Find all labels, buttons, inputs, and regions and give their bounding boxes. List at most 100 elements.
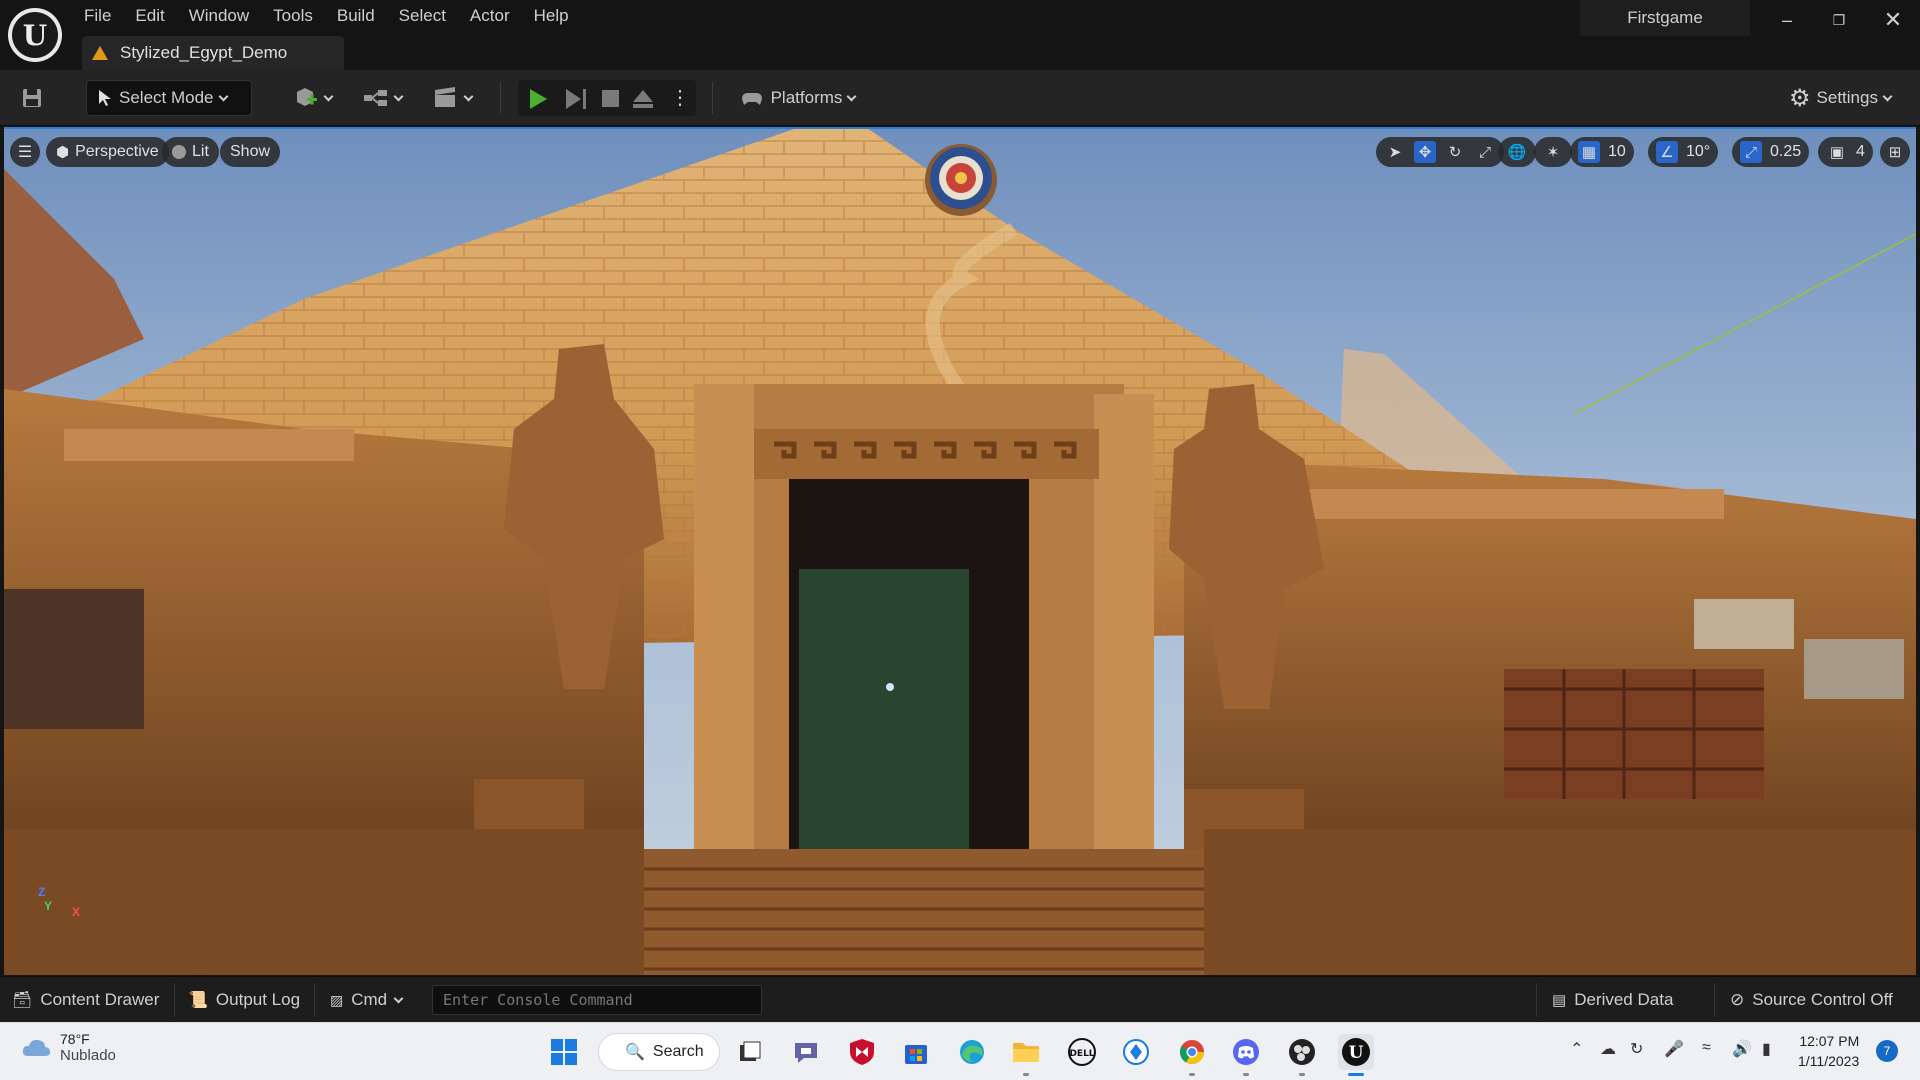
more-options-icon[interactable]: ⋮ [670, 86, 690, 110]
file-explorer-icon[interactable] [1008, 1034, 1044, 1076]
scale-snap-control[interactable]: ⤢ 0.25 [1732, 137, 1810, 167]
discord-icon[interactable] [1228, 1034, 1264, 1076]
grid-snap-value: 10 [1608, 143, 1626, 160]
edge-browser-icon[interactable] [954, 1034, 990, 1070]
unreal-logo-mark: U [12, 12, 58, 58]
status-divider [1536, 983, 1537, 1017]
dell-icon[interactable]: DELL [1064, 1034, 1100, 1070]
project-name: Firstgame [1580, 0, 1750, 36]
output-log-button[interactable]: 📜 Output Log [176, 977, 312, 1023]
move-tool-icon[interactable]: ✥ [1414, 141, 1436, 163]
running-indicator [1299, 1073, 1305, 1076]
content-drawer-button[interactable]: 🗃 Content Drawer [0, 977, 171, 1023]
restore-icon[interactable]: ❐ [1816, 6, 1862, 34]
task-view-icon[interactable] [732, 1034, 768, 1070]
angle-icon: ∠ [1656, 141, 1678, 163]
menu-tools[interactable]: Tools [261, 4, 325, 28]
rotate-tool-icon[interactable]: ↻ [1444, 141, 1466, 163]
weather-widget[interactable]: 78°F Nublado [20, 1031, 116, 1064]
content-drawer-label: Content Drawer [40, 990, 160, 1009]
obs-icon[interactable] [1284, 1034, 1320, 1076]
eject-icon[interactable] [632, 89, 654, 109]
play-icon[interactable] [530, 89, 547, 109]
advance-frame-bar [583, 89, 586, 109]
menu-actor[interactable]: Actor [458, 4, 522, 28]
surface-snap-toggle[interactable]: ✶ [1534, 137, 1572, 167]
minimize-icon[interactable]: – [1764, 6, 1810, 34]
sync-icon[interactable]: ↻ [1630, 1039, 1643, 1059]
mcafee-icon[interactable] [844, 1034, 880, 1070]
wifi-icon[interactable]: ≈ [1702, 1039, 1711, 1057]
viewport-layout-button[interactable]: ⊞ [1880, 137, 1910, 167]
chevron-down-icon [463, 91, 473, 101]
unreal-logo[interactable]: U [8, 8, 62, 62]
start-button[interactable] [546, 1034, 582, 1070]
chrome-icon[interactable] [1174, 1034, 1210, 1076]
settings-button[interactable]: ⚙ Settings [1780, 80, 1900, 116]
perspective-button[interactable]: ⬢ Perspective [46, 137, 169, 167]
system-clock[interactable]: 12:07 PM 1/11/2023 [1798, 1031, 1859, 1071]
save-icon[interactable] [16, 80, 48, 116]
blueprints-button[interactable] [358, 80, 406, 116]
onedrive-icon[interactable]: ☁ [1600, 1039, 1616, 1059]
taskbar-search[interactable]: 🔍 Search [598, 1033, 720, 1071]
source-control-button[interactable]: ⊘ Source Control Off [1718, 977, 1905, 1023]
lit-button[interactable]: Lit [162, 137, 219, 167]
axis-z-label: Z [38, 885, 46, 899]
clapperboard-icon [434, 87, 455, 107]
select-tool-icon[interactable]: ➤ [1384, 141, 1406, 163]
console-input[interactable]: Enter Console Command [432, 985, 762, 1015]
level-tab[interactable]: Stylized_Egypt_Demo [82, 36, 344, 70]
battery-icon[interactable]: ▮ [1762, 1039, 1771, 1059]
menu-help[interactable]: Help [522, 4, 581, 28]
platforms-button[interactable]: Platforms [732, 80, 862, 116]
derived-data-label: Derived Data [1574, 990, 1674, 1009]
dell-support-icon[interactable] [1118, 1034, 1154, 1070]
advance-frame-icon[interactable] [566, 89, 581, 109]
active-indicator [1348, 1073, 1364, 1076]
axis-x-label: X [72, 905, 81, 919]
teams-chat-icon[interactable] [788, 1034, 824, 1070]
menu-select[interactable]: Select [387, 4, 458, 28]
microphone-icon[interactable]: 🎤 [1664, 1039, 1684, 1059]
level-icon [92, 46, 108, 60]
cinematics-button[interactable] [428, 80, 476, 116]
running-indicator [1189, 1073, 1195, 1076]
source-control-label: Source Control Off [1752, 990, 1893, 1009]
cmd-dropdown[interactable]: ▨ Cmd [318, 977, 414, 1023]
derived-data-button[interactable]: ▤ Derived Data [1540, 977, 1685, 1023]
camera-speed-control[interactable]: ▣ 4 [1818, 137, 1873, 167]
volume-icon[interactable]: 🔊 [1732, 1039, 1752, 1059]
search-icon: 🔍 [625, 1044, 645, 1061]
platforms-icon [741, 93, 762, 105]
viewport-menu-button[interactable]: ☰ [10, 137, 40, 167]
menu-window[interactable]: Window [177, 4, 261, 28]
rotation-snap-control[interactable]: ∠ 10° [1648, 137, 1719, 167]
add-actor-button[interactable] [288, 80, 336, 116]
select-mode-dropdown[interactable]: Select Mode [86, 80, 252, 116]
surface-snap-icon: ✶ [1546, 144, 1560, 161]
output-log-label: Output Log [215, 990, 301, 1009]
hamburger-icon: ☰ [17, 144, 33, 161]
show-hidden-icons[interactable]: ⌃ [1570, 1039, 1583, 1059]
grid-snap-control[interactable]: ▦ 10 [1570, 137, 1634, 167]
unreal-engine-taskbar-icon[interactable]: U [1338, 1034, 1374, 1076]
stop-icon[interactable] [602, 90, 619, 107]
scale-tool-icon[interactable]: ⤢ [1474, 141, 1496, 163]
platforms-label: Platforms [770, 88, 843, 107]
running-indicator [1023, 1073, 1029, 1076]
menu-file[interactable]: File [72, 4, 123, 28]
world-space-toggle[interactable]: 🌐 [1498, 137, 1536, 167]
menu-edit[interactable]: Edit [123, 4, 176, 28]
microsoft-store-icon[interactable] [898, 1034, 934, 1070]
lit-label: Lit [192, 143, 209, 160]
globe-icon: 🌐 [1507, 144, 1527, 161]
notification-badge[interactable]: 7 [1876, 1040, 1898, 1062]
close-icon[interactable]: ✕ [1870, 6, 1916, 34]
level-viewport[interactable]: ☰ ⬢ Perspective Lit Show ➤ ✥ ↻ ⤢ 🌐 ✶ ▦ 1… [4, 127, 1916, 975]
show-button[interactable]: Show [220, 137, 281, 167]
search-label: Search [652, 1043, 704, 1060]
cmd-label: Cmd [351, 990, 388, 1009]
scene-render[interactable] [4, 129, 1916, 975]
menu-build[interactable]: Build [325, 4, 387, 28]
